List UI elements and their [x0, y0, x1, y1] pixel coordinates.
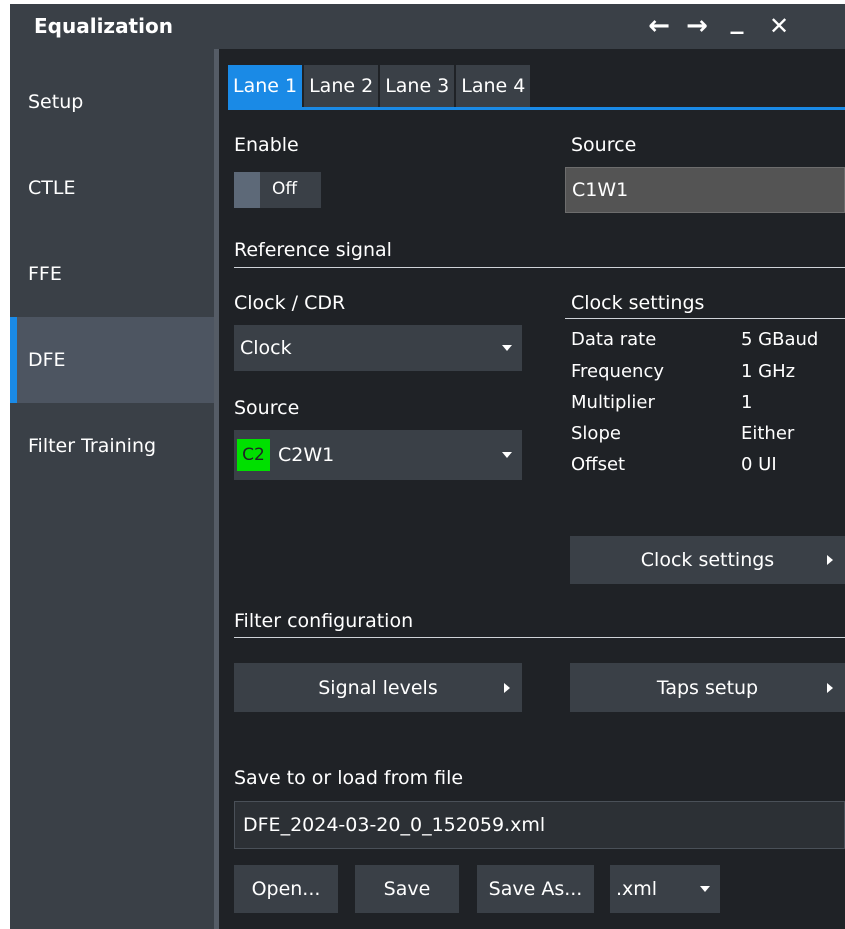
tab-lane-1[interactable]: Lane 1: [228, 65, 303, 107]
reference-source-value: C2W1: [278, 444, 335, 466]
file-path-field[interactable]: DFE_2024-03-20_0_152059.xml: [234, 801, 845, 849]
filter-configuration-rule: [234, 637, 845, 638]
toggle-state: Off: [272, 179, 298, 199]
signal-levels-button-label: Signal levels: [318, 676, 438, 699]
sidebar-item-setup[interactable]: Setup: [10, 59, 214, 145]
sidebar-item-label: Filter Training: [28, 435, 157, 457]
open-button[interactable]: Open...: [234, 865, 338, 913]
clock-cdr-label: Clock / CDR: [234, 292, 346, 314]
chevron-down-icon: [700, 886, 710, 892]
frequency-value: 1 GHz: [741, 361, 796, 382]
data-rate-value: 5 GBaud: [741, 329, 819, 350]
arrow-left-icon[interactable]: ←: [642, 8, 676, 44]
file-extension-dropdown[interactable]: .xml: [610, 865, 720, 913]
enable-label: Enable: [234, 134, 299, 156]
slope-value: Either: [741, 423, 795, 444]
sidebar-item-label: Setup: [28, 91, 84, 113]
signal-levels-button[interactable]: Signal levels: [234, 663, 522, 712]
save-as-button[interactable]: Save As...: [477, 865, 594, 913]
close-icon[interactable]: ✕: [762, 8, 796, 44]
offset-key: Offset: [571, 454, 626, 475]
reference-signal-heading: Reference signal: [234, 239, 392, 261]
filter-configuration-heading: Filter configuration: [234, 610, 414, 632]
toggle-knob: [234, 172, 260, 208]
clock-settings-rule: [565, 318, 845, 319]
multiplier-value: 1: [741, 392, 753, 413]
frequency-key: Frequency: [571, 361, 664, 382]
file-label: Save to or load from file: [234, 767, 464, 789]
slope-key: Slope: [571, 423, 621, 444]
file-extension-value: .xml: [616, 878, 658, 900]
enable-toggle[interactable]: Off: [234, 172, 321, 208]
clock-cdr-value: Clock: [240, 337, 292, 359]
tab-lane-4[interactable]: Lane 4: [456, 65, 531, 107]
triangle-right-icon: [827, 682, 833, 693]
clock-cdr-dropdown[interactable]: Clock: [234, 325, 522, 371]
chevron-down-icon: [502, 345, 512, 351]
channel-badge: C2: [237, 439, 270, 471]
sidebar-item-label: DFE: [28, 349, 66, 371]
sidebar-item-label: FFE: [28, 263, 62, 285]
data-rate-key: Data rate: [571, 329, 657, 350]
offset-value: 0 UI: [741, 454, 777, 475]
equalization-dialog: Equalization ← → _ ✕ Setup CTLE FFE DFE …: [10, 4, 845, 929]
taps-setup-button[interactable]: Taps setup: [570, 663, 845, 712]
reference-source-label: Source: [234, 397, 300, 419]
save-button[interactable]: Save: [355, 865, 459, 913]
triangle-right-icon: [827, 555, 833, 565]
multiplier-key: Multiplier: [571, 392, 655, 413]
sidebar: Setup CTLE FFE DFE Filter Training: [10, 49, 214, 929]
tab-underline: [228, 107, 845, 110]
clock-settings-button[interactable]: Clock settings: [570, 536, 845, 584]
minimize-icon[interactable]: _: [720, 2, 754, 38]
clock-settings-heading: Clock settings: [571, 292, 705, 314]
lane-tabs: Lane 1 Lane 2 Lane 3 Lane 4: [228, 65, 532, 107]
dialog-title: Equalization: [34, 14, 173, 38]
chevron-down-icon: [502, 452, 512, 458]
sidebar-item-label: CTLE: [28, 177, 76, 199]
triangle-right-icon: [504, 682, 510, 693]
main-panel: Lane 1 Lane 2 Lane 3 Lane 4 Enable Off S…: [219, 49, 845, 929]
source-field[interactable]: C1W1: [565, 167, 845, 213]
reference-source-dropdown[interactable]: C2 C2W1: [234, 430, 522, 480]
sidebar-item-ctle[interactable]: CTLE: [10, 145, 214, 231]
sidebar-item-filter-training[interactable]: Filter Training: [10, 403, 214, 489]
sidebar-item-ffe[interactable]: FFE: [10, 231, 214, 317]
arrow-right-icon[interactable]: →: [680, 8, 714, 44]
clock-settings-button-label: Clock settings: [640, 549, 775, 571]
title-bar: Equalization ← → _ ✕: [10, 4, 845, 49]
tab-lane-2[interactable]: Lane 2: [304, 65, 379, 107]
tab-lane-3[interactable]: Lane 3: [380, 65, 455, 107]
source-label: Source: [571, 134, 637, 156]
reference-signal-rule: [234, 267, 845, 268]
sidebar-item-dfe[interactable]: DFE: [10, 317, 214, 403]
taps-setup-button-label: Taps setup: [656, 676, 759, 699]
